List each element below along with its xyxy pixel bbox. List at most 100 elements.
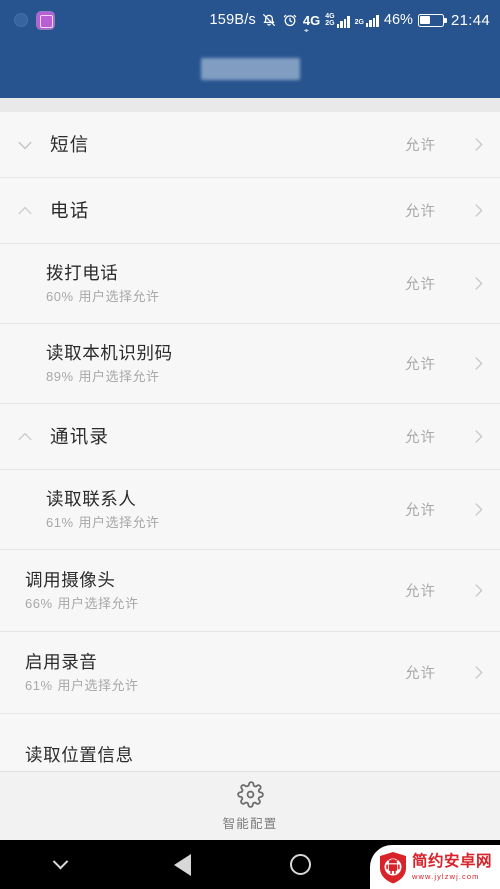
permission-sub-row[interactable]: 拨打电话 60% 用户选择允许 允许 xyxy=(0,244,500,324)
permission-name: 读取联系人 xyxy=(46,489,137,509)
row-arrow[interactable] xyxy=(456,135,500,154)
permission-name: 通讯录 xyxy=(50,425,110,447)
permission-value: 允许 xyxy=(405,204,436,220)
row-labels: 读取位置信息 xyxy=(25,744,500,766)
chevron-up-icon xyxy=(18,432,32,440)
permission-name: 拨打电话 xyxy=(46,263,119,283)
permission-percent: 66% xyxy=(25,596,53,611)
permission-percent: 61% xyxy=(46,515,74,530)
permission-row[interactable]: 调用摄像头 66% 用户选择允许 允许 xyxy=(0,550,500,632)
permission-stat-text: 用户选择允许 xyxy=(57,596,139,611)
row-labels: 拨打电话 60% 用户选择允许 xyxy=(46,262,405,305)
header-gap-band xyxy=(0,98,500,112)
permission-value: 允许 xyxy=(405,277,436,293)
row-arrow[interactable] xyxy=(456,663,500,682)
battery-percent-text: 46% xyxy=(383,12,413,28)
row-labels: 读取联系人 61% 用户选择允许 xyxy=(46,488,405,531)
watermark-url: www.jylzwj.com xyxy=(412,871,480,881)
nav-back-button[interactable] xyxy=(120,853,245,876)
permission-sub-row[interactable]: 读取本机识别码 89% 用户选择允许 允许 xyxy=(0,324,500,404)
chevron-right-icon xyxy=(474,503,482,516)
mute-bell-icon xyxy=(261,12,277,28)
chevron-right-icon xyxy=(474,138,482,151)
permission-list[interactable]: 短信 允许 电话 允许 拨打电话 60% 用户选择允许 允许 读取本机识别码 8… xyxy=(0,112,500,771)
page-title-redacted xyxy=(200,58,300,80)
permission-value: 允许 xyxy=(405,503,436,519)
permission-group-row[interactable]: 电话 允许 xyxy=(0,178,500,244)
permission-stat-text: 用户选择允许 xyxy=(78,515,160,530)
permission-sub-row[interactable]: 读取联系人 61% 用户选择允许 允许 xyxy=(0,470,500,550)
group-toggle-button[interactable] xyxy=(0,201,50,221)
permission-name: 短信 xyxy=(50,133,90,155)
row-labels: 调用摄像头 66% 用户选择允许 xyxy=(25,569,405,612)
permission-row[interactable]: 启用录音 61% 用户选择允许 允许 xyxy=(0,632,500,714)
android-shield-icon xyxy=(378,851,408,884)
permission-group-row[interactable]: 通讯录 允许 xyxy=(0,404,500,470)
clock-text: 21:44 xyxy=(450,11,490,29)
sim2-signal-icon: 2G xyxy=(355,14,379,27)
row-arrow[interactable] xyxy=(456,581,500,600)
permission-group-row[interactable]: 短信 允许 xyxy=(0,112,500,178)
smart-config-label: 智能配置 xyxy=(222,816,278,831)
phone-screen: 159B/s 4G 4G 2G xyxy=(0,0,500,889)
row-arrow[interactable] xyxy=(456,274,500,293)
nav-hide-button[interactable] xyxy=(0,853,120,870)
permission-value: 允许 xyxy=(405,584,436,600)
permission-stat-text: 用户选择允许 xyxy=(78,369,160,384)
chevron-down-icon xyxy=(52,853,68,870)
permission-name: 读取位置信息 xyxy=(25,745,134,765)
status-bar-system-icons: 159B/s 4G 4G 2G xyxy=(209,11,490,38)
back-triangle-icon xyxy=(174,853,191,876)
alarm-clock-icon xyxy=(282,12,298,28)
row-arrow[interactable] xyxy=(456,201,500,220)
network-speed-text: 159B/s xyxy=(209,12,256,28)
sim1-label-2g: 2G xyxy=(325,20,335,27)
permission-value: 允许 xyxy=(405,666,436,682)
permission-name: 读取本机识别码 xyxy=(46,343,173,363)
weather-dot-icon xyxy=(14,13,28,27)
status-bar-notification-icons xyxy=(14,11,54,29)
chevron-right-icon xyxy=(474,204,482,217)
nav-home-button[interactable] xyxy=(245,854,355,875)
status-bar: 159B/s 4G 4G 2G xyxy=(0,0,500,40)
sim1-label-4g: 4G xyxy=(325,12,335,20)
permission-percent: 89% xyxy=(46,369,74,384)
permission-name: 电话 xyxy=(50,199,90,221)
gear-icon xyxy=(236,780,264,808)
watermark-text: 简约安卓网 www.jylzwj.com xyxy=(412,854,492,880)
permission-value: 允许 xyxy=(405,138,436,154)
chevron-right-icon xyxy=(474,357,482,370)
chevron-up-icon xyxy=(18,206,32,214)
row-arrow[interactable] xyxy=(456,354,500,373)
permission-value: 允许 xyxy=(405,357,436,373)
purple-app-icon xyxy=(37,11,54,29)
row-labels: 读取本机识别码 89% 用户选择允许 xyxy=(46,342,405,385)
permission-stat: 60% 用户选择允许 xyxy=(46,289,397,305)
chevron-down-icon xyxy=(18,141,32,149)
sim2-label-2g: 2G xyxy=(354,19,364,26)
row-labels: 启用录音 61% 用户选择允许 xyxy=(25,651,405,694)
permission-stat-text: 用户选择允许 xyxy=(57,678,139,693)
permission-stat: 89% 用户选择允许 xyxy=(46,369,397,385)
permission-percent: 61% xyxy=(25,678,53,693)
group-toggle-button[interactable] xyxy=(0,427,50,447)
group-toggle-button[interactable] xyxy=(0,135,50,155)
row-arrow[interactable] xyxy=(456,427,500,446)
row-labels: 通讯录 xyxy=(50,426,405,448)
chevron-right-icon xyxy=(474,430,482,443)
row-arrow[interactable] xyxy=(456,500,500,519)
permission-row-partial[interactable]: 读取位置信息 xyxy=(0,714,500,771)
permission-value: 允许 xyxy=(405,430,436,446)
battery-icon xyxy=(417,13,447,27)
smart-config-bar[interactable]: 智能配置 xyxy=(0,771,500,840)
permission-stat: 61% 用户选择允许 xyxy=(46,515,397,531)
chevron-right-icon xyxy=(474,277,482,290)
row-labels: 短信 xyxy=(50,134,405,156)
network-type-label: 4G xyxy=(303,14,320,38)
sim1-signal-icon: 4G 2G xyxy=(325,12,350,28)
row-labels: 电话 xyxy=(50,200,405,222)
app-header xyxy=(0,40,500,98)
permission-stat-text: 用户选择允许 xyxy=(78,289,160,304)
permission-percent: 60% xyxy=(46,289,74,304)
watermark-site-name: 简约安卓网 xyxy=(412,853,493,870)
